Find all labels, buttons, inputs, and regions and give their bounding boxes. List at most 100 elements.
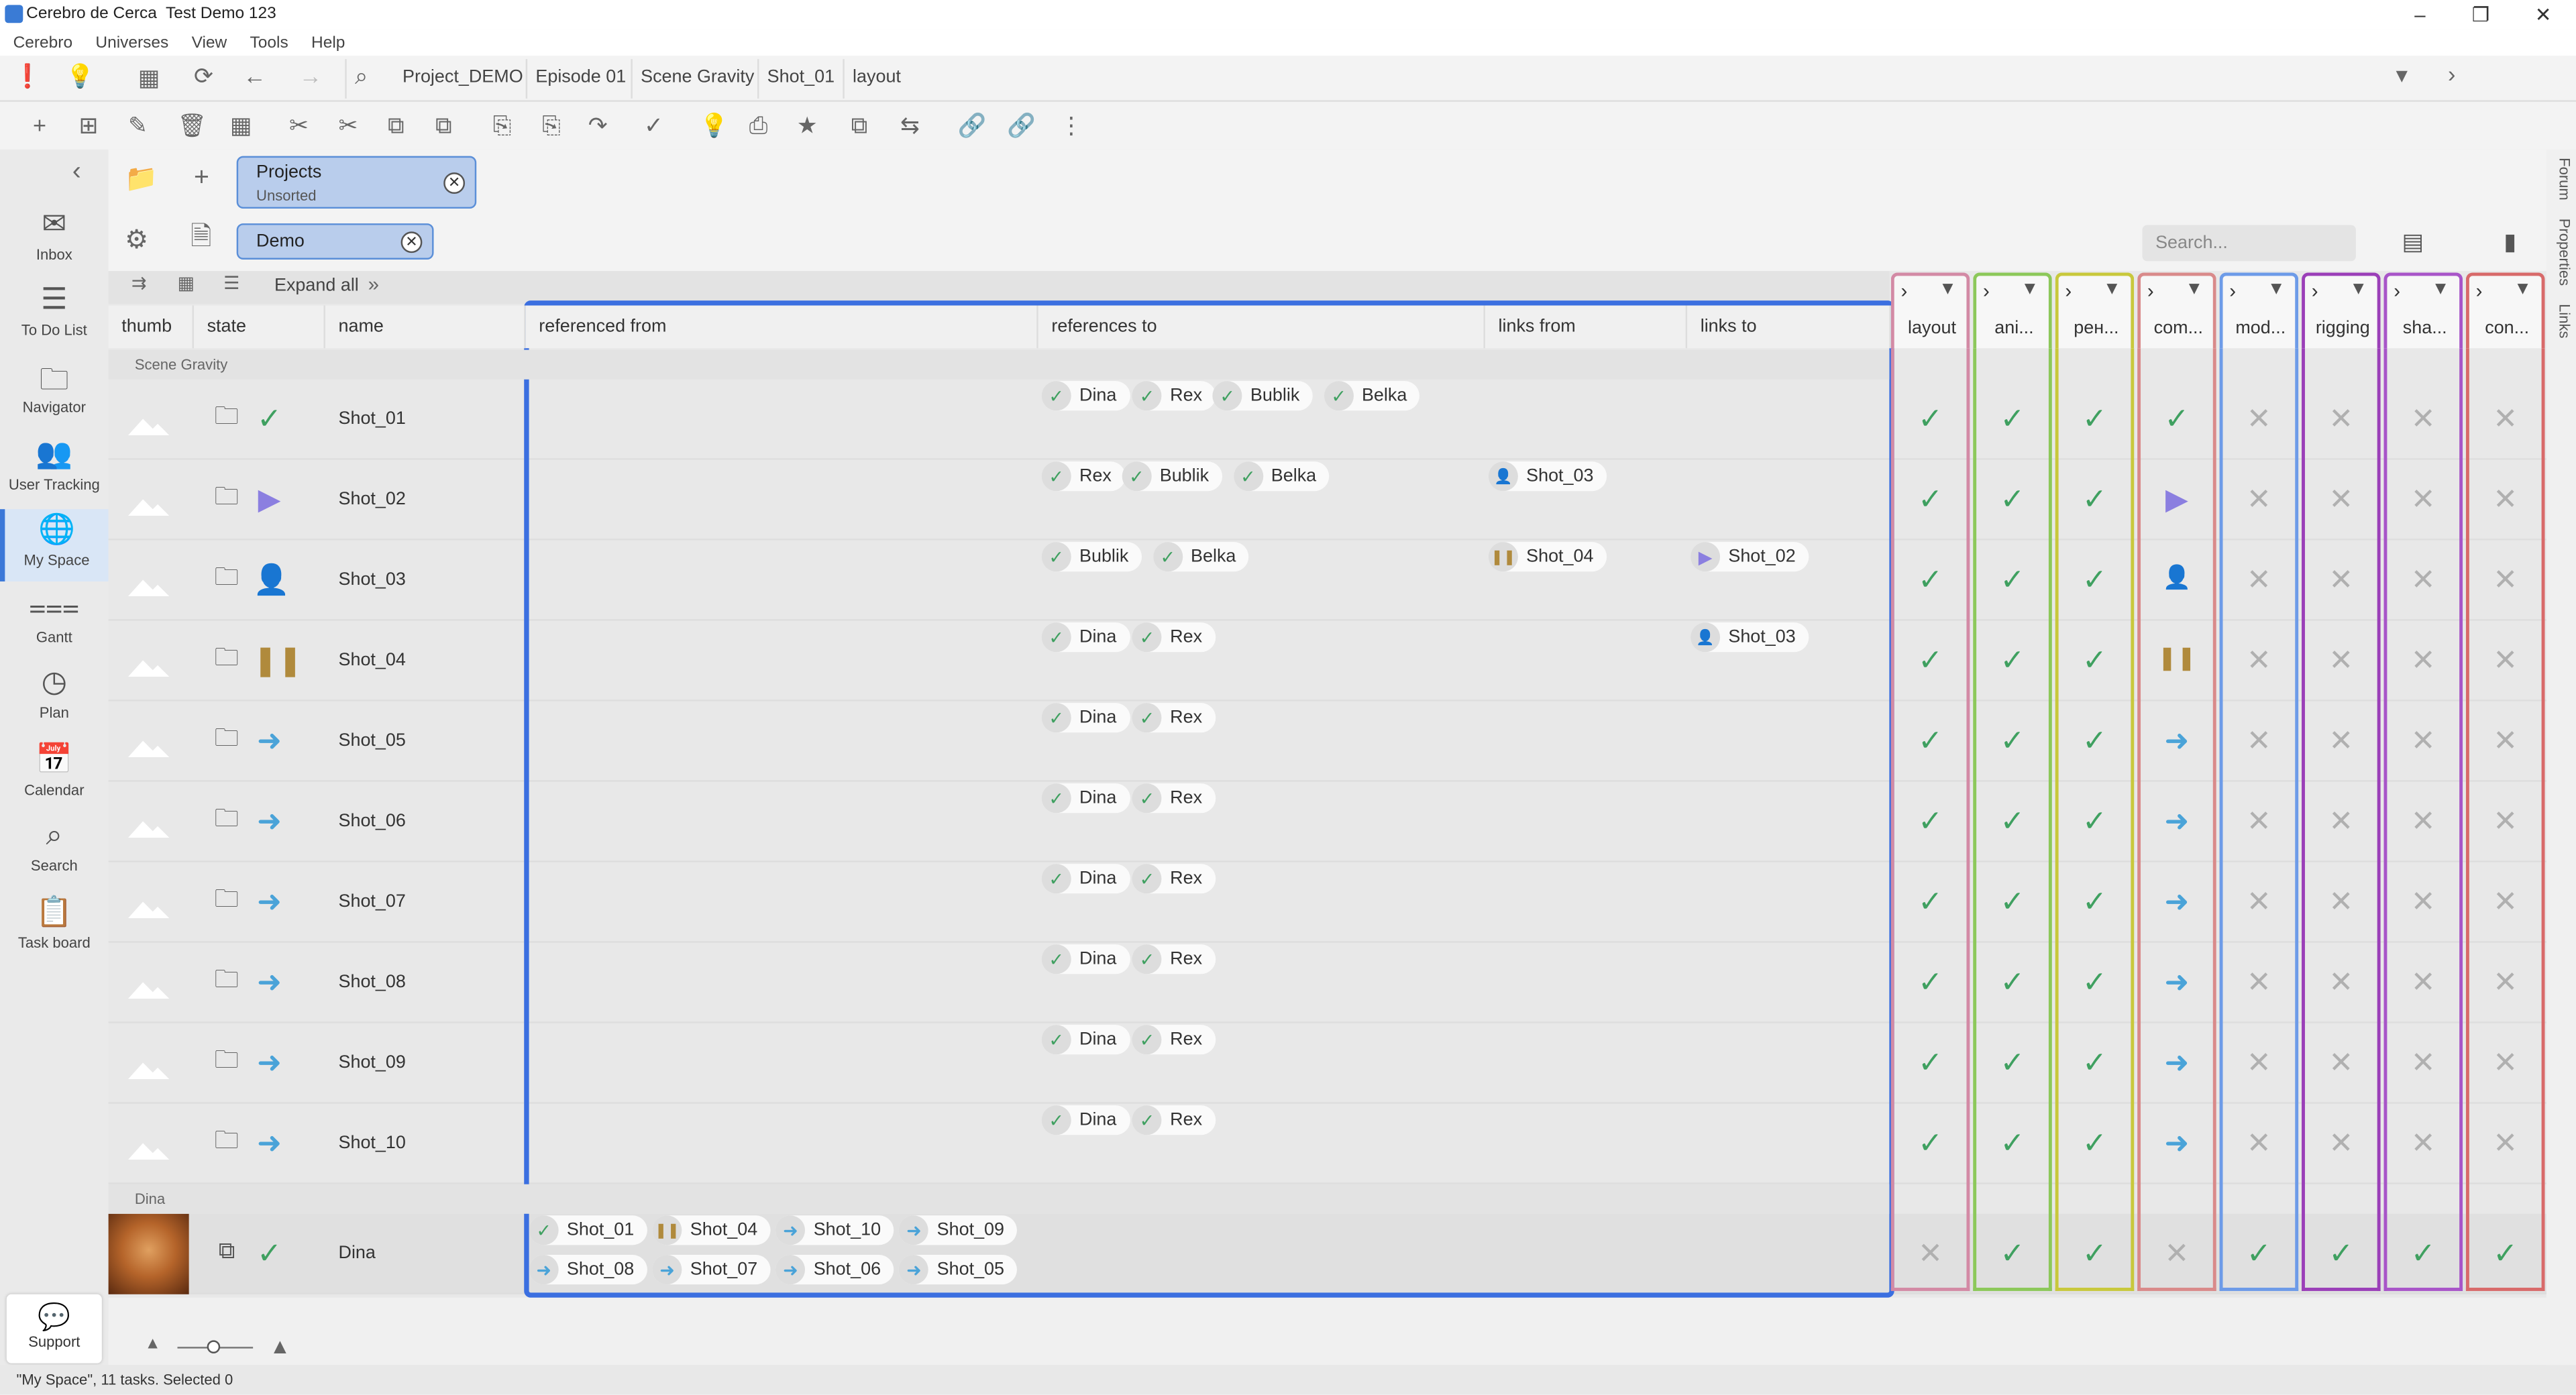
task-column-header[interactable]: › ▼ com... — [2137, 272, 2216, 349]
reference-chip[interactable]: ✓ Dina — [1041, 864, 1130, 894]
reference-chip[interactable]: ✓ Dina — [1041, 944, 1130, 974]
reference-chip[interactable]: ✓ Belka — [1152, 542, 1250, 572]
reference-chip[interactable]: ✓ Rex — [1132, 1025, 1216, 1055]
breadcrumb-item[interactable]: Scene Gravity — [641, 66, 754, 92]
expand-chevron-icon[interactable]: › — [2476, 279, 2483, 302]
excel-export-icon[interactable]: ▤ — [2402, 230, 2423, 253]
folder-icon[interactable]: 🗀 — [210, 967, 243, 992]
reference-chip[interactable]: ✓ Dina — [1041, 703, 1130, 733]
redo-icon[interactable]: ↷ — [588, 113, 608, 136]
column-header-state[interactable]: state — [193, 305, 325, 349]
group-header-scene[interactable]: Scene Gravity — [108, 349, 1890, 380]
reference-chip[interactable]: ➜ Shot_06 — [775, 1255, 894, 1285]
filter-icon[interactable]: ▼ — [1939, 279, 1957, 298]
reference-chip[interactable]: ❚❚ Shot_04 — [652, 1215, 771, 1245]
breadcrumb-item[interactable]: layout — [853, 66, 901, 92]
cut-icon[interactable]: ✂ — [289, 113, 309, 136]
table-view-icon[interactable]: ▦ — [177, 275, 194, 294]
reference-chip[interactable]: ➜ Shot_10 — [775, 1215, 894, 1245]
reference-chip[interactable]: ✓ Rex — [1041, 461, 1125, 492]
slider-handle[interactable] — [207, 1340, 221, 1353]
add-icon[interactable]: + — [194, 165, 209, 192]
reference-chip[interactable]: 👤 Shot_03 — [1488, 461, 1607, 492]
filter-icon[interactable]: ▼ — [2349, 279, 2367, 298]
breadcrumb-item[interactable]: Shot_01 — [767, 66, 835, 92]
folder-icon[interactable]: 🗀 — [210, 484, 243, 509]
reference-chip[interactable]: ✓ Rex — [1132, 944, 1216, 974]
folder-icon[interactable]: 🗀 — [210, 645, 243, 670]
columns-icon[interactable]: ▦ — [230, 113, 252, 136]
double-chevron-icon[interactable]: » — [368, 274, 379, 294]
reference-chip[interactable]: ✓ Shot_01 — [529, 1215, 647, 1245]
reference-chip[interactable]: ✓ Rex — [1132, 1105, 1216, 1135]
reference-chip[interactable]: ✓ Belka — [1233, 461, 1330, 492]
side-tab-properties[interactable]: Properties — [2557, 219, 2573, 286]
support-button[interactable]: 💬 Support — [6, 1294, 102, 1363]
task-column-header[interactable]: › ▼ mod... — [2219, 272, 2299, 349]
lightbulb-icon[interactable]: 💡 — [66, 64, 95, 87]
collapse-icon[interactable]: ‹ — [72, 158, 81, 186]
reference-chip[interactable]: ✓ Rex — [1132, 381, 1216, 411]
menu-item[interactable]: Cerebro — [13, 34, 73, 52]
reference-chip[interactable]: ✓ Dina — [1041, 1025, 1130, 1055]
close-button[interactable]: ✕ — [2514, 0, 2573, 30]
alert-icon[interactable]: ❗ — [13, 64, 42, 87]
expand-chevron-icon[interactable]: › — [2065, 279, 2072, 302]
column-header-links-to[interactable]: links to — [1687, 305, 1891, 349]
breadcrumb-item[interactable]: Episode 01 — [535, 66, 626, 92]
filter-icon[interactable]: ▼ — [2185, 279, 2203, 298]
folder-icon[interactable]: 🗀 — [210, 806, 243, 831]
copy-icon[interactable]: ⧉ — [388, 113, 404, 136]
asset-link-icon[interactable]: ⧉ — [210, 1239, 243, 1262]
demo-filter[interactable]: Demo ✕ — [236, 223, 434, 260]
search-icon[interactable]: ⌕ — [355, 64, 368, 87]
filter-icon[interactable]: ▼ — [2514, 279, 2532, 298]
copy-special-icon[interactable]: ⧉ — [435, 113, 451, 136]
new-document-icon[interactable]: 🗎 — [191, 224, 212, 252]
large-thumb-icon[interactable]: ▲ — [270, 1335, 291, 1357]
breadcrumb-item[interactable]: Project_DEMO — [402, 66, 523, 92]
cut-special-icon[interactable]: ✂ — [338, 113, 358, 136]
reference-chip[interactable]: ✓ Dina — [1041, 1105, 1130, 1135]
reference-chip[interactable]: ✓ Bublik — [1212, 381, 1313, 411]
folder-icon[interactable]: 🗀 — [210, 404, 243, 429]
nav-item-plan[interactable]: ◷ Plan — [0, 662, 109, 734]
minimize-button[interactable]: – — [2390, 0, 2449, 30]
task-column-header[interactable]: › ▼ layout — [1890, 272, 1970, 349]
columns-icon[interactable]: ☰ — [223, 275, 239, 294]
unlink-icon[interactable]: 🔗 — [1007, 113, 1036, 136]
add-icon[interactable]: + — [33, 113, 46, 136]
chevron-right-icon[interactable]: › — [2448, 62, 2455, 85]
reference-chip[interactable]: 👤 Shot_03 — [1690, 622, 1809, 653]
reference-chip[interactable]: ✓ Bublik — [1041, 542, 1142, 572]
task-column-header[interactable]: › ▼ sha... — [2383, 272, 2463, 349]
reference-chip[interactable]: ✓ Belka — [1324, 381, 1420, 411]
reference-chip[interactable]: ✓ Rex — [1132, 703, 1216, 733]
reference-chip[interactable]: ✓ Dina — [1041, 622, 1130, 653]
side-tab-forum[interactable]: Forum — [2557, 158, 2573, 201]
panels-icon[interactable]: ▦ — [138, 66, 160, 89]
menu-item[interactable]: Universes — [95, 34, 168, 52]
menu-item[interactable]: View — [192, 34, 227, 52]
back-icon[interactable]: ← — [243, 64, 266, 87]
nav-item-task-board[interactable]: 📋 Task board — [0, 892, 109, 964]
reference-chip[interactable]: ✓ Bublik — [1122, 461, 1222, 492]
dropdown-icon[interactable]: ▼ — [2392, 66, 2412, 85]
expand-chevron-icon[interactable]: › — [2229, 279, 2236, 302]
small-thumb-icon[interactable]: ▲ — [145, 1336, 161, 1353]
expand-chevron-icon[interactable]: › — [1900, 279, 1907, 302]
filter-icon[interactable]: ▼ — [2432, 279, 2450, 298]
reference-chip[interactable]: ➜ Shot_08 — [529, 1255, 647, 1285]
column-header-name[interactable]: name — [325, 305, 526, 349]
folder-icon[interactable]: 🗀 — [210, 1128, 243, 1153]
remove-projects-filter-icon[interactable]: ✕ — [443, 172, 466, 194]
idea-icon[interactable]: 💡 — [700, 113, 729, 136]
edit-icon[interactable]: ✎ — [128, 113, 148, 136]
expand-chevron-icon[interactable]: › — [2312, 279, 2318, 302]
task-column-header[interactable]: › ▼ rigging — [2302, 272, 2381, 349]
column-header-thumb[interactable]: thumb — [108, 305, 194, 349]
remove-demo-filter-icon[interactable]: ✕ — [400, 231, 423, 254]
reference-chip[interactable]: ➜ Shot_07 — [652, 1255, 771, 1285]
reference-chip[interactable]: ✓ Rex — [1132, 783, 1216, 814]
column-header-referenced-from[interactable]: referenced from — [525, 305, 1038, 349]
